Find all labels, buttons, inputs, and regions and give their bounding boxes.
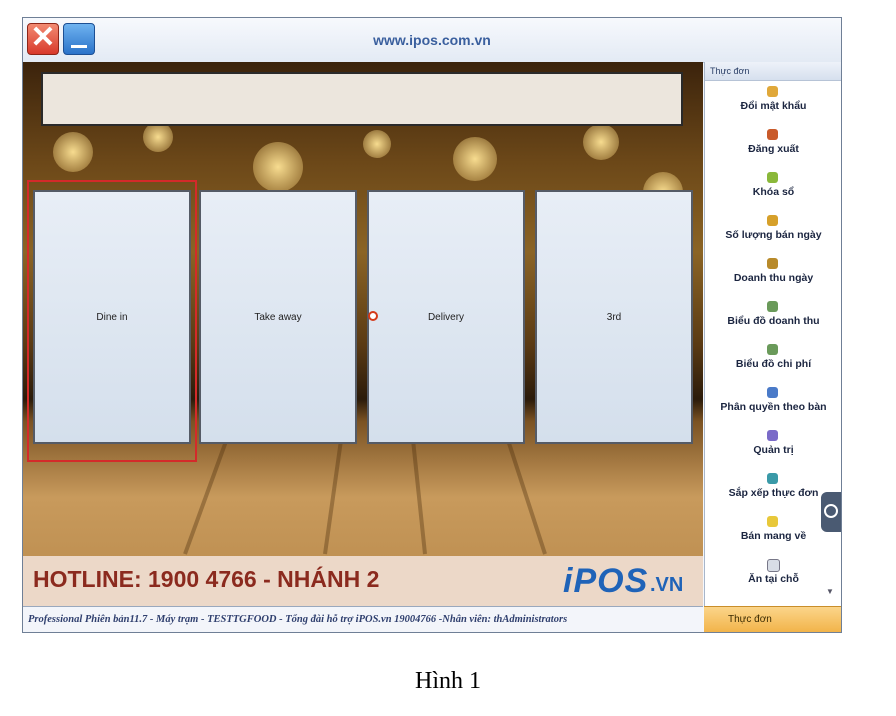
menu-item-table-permission[interactable]: Phân quyền theo bàn bbox=[705, 385, 841, 428]
menu-item-change-password[interactable]: Đổi mật khẩu bbox=[705, 84, 841, 127]
dine-in-grid-icon bbox=[767, 559, 780, 572]
background-light bbox=[53, 132, 93, 172]
main-area: Dine in Take away Delivery 3rd HOTLINE: … bbox=[23, 62, 703, 606]
app-window: ✕ www.ipos.com.vn Dine in Take away Deli… bbox=[22, 17, 842, 633]
hotline-text: HOTLINE: 1900 4766 - NHÁNH 2 bbox=[33, 566, 380, 592]
menu-item-label: Khóa sổ bbox=[752, 186, 795, 198]
scroll-down-icon[interactable]: ▼ bbox=[826, 587, 834, 596]
menu-item-lock-book[interactable]: Khóa sổ bbox=[705, 170, 841, 213]
info-banner bbox=[41, 72, 683, 126]
menu-item-label: Ăn tại chỗ bbox=[748, 573, 799, 585]
menu-item-label: Số lượng bán ngày bbox=[725, 229, 822, 241]
menu-header: Thực đơn bbox=[705, 62, 841, 81]
admin-icon bbox=[767, 430, 778, 441]
menu-item-label: Biểu đồ chi phí bbox=[735, 358, 812, 370]
background-light bbox=[453, 137, 497, 181]
delivery-button[interactable]: Delivery bbox=[367, 190, 525, 444]
lock-book-icon bbox=[767, 172, 778, 183]
take-away-button[interactable]: Take away bbox=[199, 190, 357, 444]
takeaway-icon bbox=[767, 516, 778, 527]
hotline-bar: HOTLINE: 1900 4766 - NHÁNH 2 iPOS .VN bbox=[23, 556, 703, 606]
toggle-icon bbox=[824, 504, 838, 518]
menu-item-label: Đổi mật khẩu bbox=[740, 100, 807, 112]
dine-in-label: Dine in bbox=[96, 311, 128, 323]
window-title: www.ipos.com.vn bbox=[373, 32, 491, 48]
sales-count-icon bbox=[767, 215, 778, 226]
minimize-icon bbox=[71, 45, 87, 48]
take-away-label: Take away bbox=[254, 311, 302, 323]
menu-item-label: Bán mang về bbox=[740, 530, 807, 542]
collapse-panel-button[interactable] bbox=[821, 492, 841, 532]
menu-item-label: Quản trị bbox=[753, 444, 794, 456]
delivery-label: Delivery bbox=[427, 311, 465, 323]
dine-in-button[interactable]: Dine in bbox=[33, 190, 191, 444]
background-light bbox=[253, 142, 303, 192]
menu-item-daily-quantity[interactable]: Số lượng bán ngày bbox=[705, 213, 841, 256]
background-light bbox=[363, 130, 391, 158]
revenue-chart-icon bbox=[767, 301, 778, 312]
figure-caption: Hình 1 bbox=[415, 668, 481, 694]
menu-item-cost-chart[interactable]: Biểu đồ chi phí bbox=[705, 342, 841, 385]
ipos-logo-suffix: .VN bbox=[650, 574, 684, 596]
third-party-button[interactable]: 3rd bbox=[535, 190, 693, 444]
menu-item-revenue-chart[interactable]: Biểu đồ doanh thu bbox=[705, 299, 841, 342]
close-button[interactable]: ✕ bbox=[27, 23, 59, 55]
sort-menu-icon bbox=[767, 473, 778, 484]
status-bar: Professional Phiên bản11.7 - Máy trạm - … bbox=[23, 606, 703, 632]
minimize-button[interactable] bbox=[63, 23, 95, 55]
ipos-logo: iPOS bbox=[563, 562, 649, 600]
background-light bbox=[143, 122, 173, 152]
menu-item-admin[interactable]: Quản trị bbox=[705, 428, 841, 471]
menu-item-label: Đăng xuất bbox=[748, 143, 799, 155]
menu-item-label: Biểu đồ doanh thu bbox=[727, 315, 820, 327]
money-bag-icon bbox=[767, 258, 778, 269]
key-user-icon bbox=[767, 86, 778, 97]
logout-icon bbox=[767, 129, 778, 140]
third-party-label: 3rd bbox=[606, 311, 622, 323]
menu-item-label: Phân quyền theo bàn bbox=[720, 401, 827, 413]
floor-plank bbox=[323, 424, 346, 555]
menu-item-logout[interactable]: Đăng xuất bbox=[705, 127, 841, 170]
menu-item-dine-in[interactable]: Ăn tại chỗ bbox=[705, 557, 841, 600]
menu-item-label: Doanh thu ngày bbox=[733, 272, 814, 284]
cost-chart-icon bbox=[767, 344, 778, 355]
menu-item-daily-revenue[interactable]: Doanh thu ngày bbox=[705, 256, 841, 299]
title-bar: ✕ www.ipos.com.vn bbox=[23, 18, 841, 63]
clock-icon bbox=[368, 311, 378, 321]
tab-menu[interactable]: Thực đơn bbox=[704, 606, 841, 632]
floor-plank bbox=[502, 429, 547, 555]
background-light bbox=[583, 124, 619, 160]
table-permission-icon bbox=[767, 387, 778, 398]
